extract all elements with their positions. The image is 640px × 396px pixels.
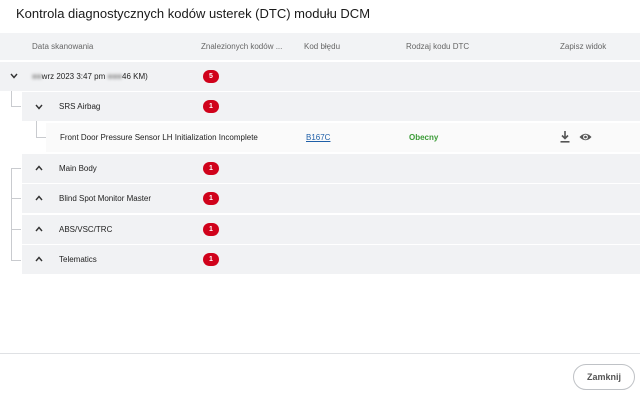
tree-connector (11, 229, 21, 230)
dtc-status: Obecny (409, 133, 439, 142)
tree-connector (11, 198, 21, 199)
chevron-up-icon[interactable] (33, 192, 45, 204)
chevron-up-icon[interactable] (33, 162, 45, 174)
table-header: Data skanowania Znalezionych kodów ... K… (0, 33, 640, 60)
column-dtc-type[interactable]: Rodzaj kodu DTC (406, 42, 469, 51)
module-name: Telematics (59, 255, 97, 264)
module-row-blind-spot-monitor[interactable]: Blind Spot Monitor Master 1 (22, 184, 640, 213)
module-name: Blind Spot Monitor Master (59, 194, 152, 203)
dtc-code-link[interactable]: B167C (306, 133, 330, 142)
module-row-main-body[interactable]: Main Body 1 (22, 154, 640, 183)
redacted-text: ■■ (32, 72, 42, 81)
count-badge: 1 (203, 253, 219, 266)
download-icon[interactable] (560, 131, 570, 145)
count-badge: 5 (203, 70, 219, 83)
dialog-title: Kontrola diagnostycznych kodów usterek (… (16, 6, 371, 21)
module-name: SRS Airbag (59, 102, 101, 111)
count-badge: 1 (203, 192, 219, 205)
chevron-up-icon[interactable] (33, 253, 45, 265)
column-codes-found[interactable]: Znalezionych kodów ... (201, 42, 282, 51)
tree-connector (11, 106, 21, 107)
module-row-srs-airbag[interactable]: SRS Airbag 1 (22, 92, 640, 121)
dtc-row: Front Door Pressure Sensor LH Initializa… (46, 123, 640, 152)
dtc-description: Front Door Pressure Sensor LH Initializa… (60, 133, 258, 142)
count-badge: 1 (203, 223, 219, 236)
tree-connector (11, 168, 12, 260)
scan-row[interactable]: ■■wrz 2023 3:47 pm ■■■46 KM) 5 (0, 62, 640, 91)
column-scan-date[interactable]: Data skanowania (32, 42, 93, 51)
chevron-down-icon[interactable] (33, 101, 45, 113)
module-row-telematics[interactable]: Telematics 1 (22, 245, 640, 274)
chevron-up-icon[interactable] (33, 223, 45, 235)
scan-date: ■■wrz 2023 3:47 pm ■■■46 KM) (32, 72, 148, 81)
chevron-down-icon[interactable] (8, 70, 20, 82)
tree-connector (36, 137, 46, 138)
count-badge: 1 (203, 162, 219, 175)
tree-connector (11, 168, 21, 169)
count-badge: 1 (203, 100, 219, 113)
eye-icon[interactable] (579, 132, 592, 144)
module-name: Main Body (59, 164, 97, 173)
module-row-abs-vsc-trc[interactable]: ABS/VSC/TRC 1 (22, 215, 640, 244)
column-error-code[interactable]: Kod błędu (304, 42, 340, 51)
column-save-view[interactable]: Zapisz widok (560, 42, 606, 51)
close-button[interactable]: Zamknij (573, 364, 635, 390)
redacted-text: ■■■ (107, 72, 123, 81)
footer-divider (0, 353, 640, 354)
tree-connector (11, 260, 21, 261)
module-name: ABS/VSC/TRC (59, 225, 113, 234)
